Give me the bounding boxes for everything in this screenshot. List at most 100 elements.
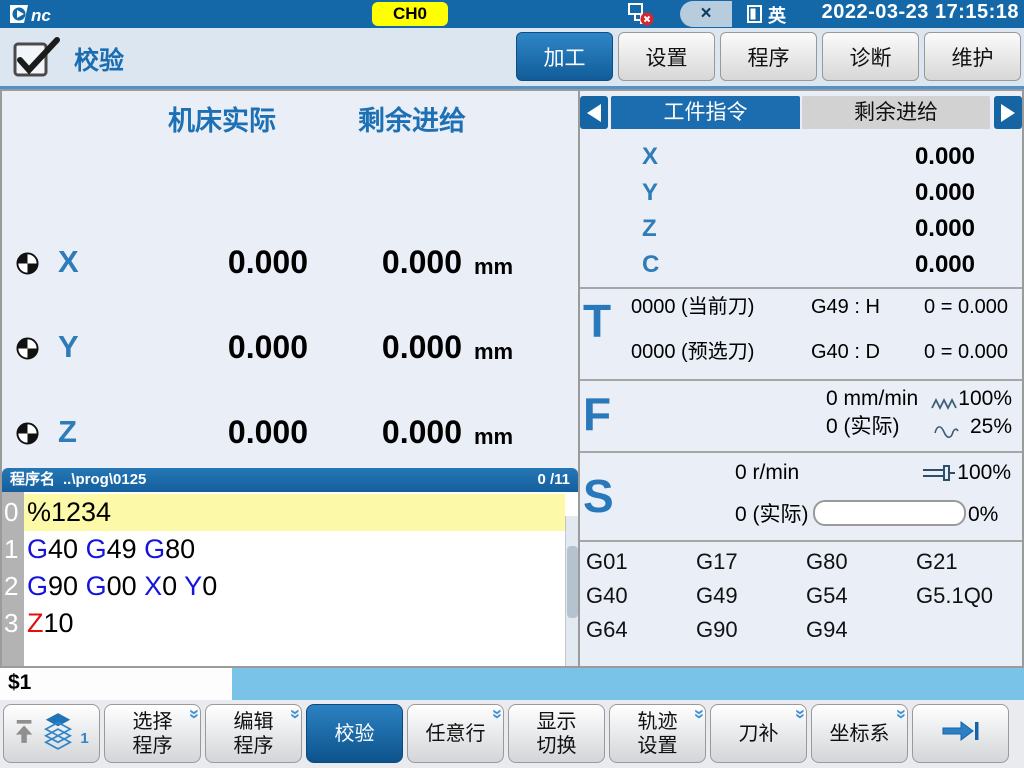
- coord-row-x: X0.000: [580, 139, 1022, 175]
- divider: [580, 451, 1022, 453]
- softkey-label: 编辑: [234, 710, 274, 734]
- program-viewer: 程序名..\prog\0125 0 /11 0%12341G40 G49 G80…: [2, 468, 578, 666]
- axis-unit: mm: [474, 424, 513, 450]
- coord-axis-value: 0.000: [915, 211, 975, 247]
- tab-maintenance[interactable]: 维护: [924, 32, 1021, 81]
- submenu-chevron-icon: «: [488, 709, 504, 719]
- tab-remaining-feed[interactable]: 剩余进给: [802, 96, 990, 129]
- softkey-label: 校验: [335, 722, 375, 746]
- tool-number: 0000 (预选刀): [631, 337, 754, 367]
- coord-row-c: C 0.000: [580, 247, 1022, 283]
- softkey-label: 设置: [638, 734, 678, 758]
- axis-unit: mm: [474, 339, 513, 365]
- spindle-load-bar: [813, 500, 966, 526]
- code-token: 0: [162, 571, 184, 601]
- code-token: 80: [165, 534, 195, 564]
- spindle-row-programmed: 0 r/min 100%: [580, 459, 1022, 487]
- code-token: G: [86, 571, 107, 601]
- titlebar: nc CH0 × 英 2022-03-23 17:15:18: [0, 0, 1024, 28]
- page-title: 校验: [74, 41, 124, 77]
- program-line[interactable]: 1G40 G49 G80: [2, 531, 565, 568]
- program-header: 程序名..\prog\0125 0 /11: [2, 468, 578, 492]
- feed-row-programmed: 0 mm/min 100%: [580, 385, 1022, 413]
- tab-program[interactable]: 程序: [720, 32, 817, 81]
- code-token: X: [144, 571, 162, 601]
- input-close-button[interactable]: ×: [680, 1, 732, 27]
- tool-offset-value: 0 = 0.000: [924, 292, 1008, 322]
- gcode-status-item: G01: [586, 549, 628, 575]
- softkey-edit-program[interactable]: 编辑程序 «: [205, 704, 302, 763]
- coord-axis-label: Y: [642, 175, 658, 211]
- machine-zero-icon: [16, 337, 40, 361]
- softkey-trajectory-settings[interactable]: 轨迹设置«: [609, 704, 706, 763]
- gcode-status-item: G94: [806, 617, 848, 643]
- coord-axis-label: C: [642, 247, 659, 283]
- program-line[interactable]: 2G90 G00 X0 Y0: [2, 568, 565, 605]
- softkey-next-page[interactable]: [912, 704, 1009, 763]
- channel-status: $1: [0, 668, 232, 700]
- program-line[interactable]: 3Z10: [2, 605, 565, 642]
- softkey-coordinate-system[interactable]: 坐标系«: [811, 704, 908, 763]
- tab-machining[interactable]: 加工: [516, 32, 613, 81]
- tool-compensation: G40 : D: [811, 337, 880, 367]
- code-token: 40: [48, 534, 86, 564]
- gcode-status-item: G21: [916, 549, 958, 575]
- coord-tabs-prev-button[interactable]: [580, 96, 608, 129]
- softkey-label: 程序: [234, 734, 274, 758]
- divider: [580, 287, 1022, 289]
- softkey-tool-compensation[interactable]: 刀补«: [710, 704, 807, 763]
- column-header-machine-actual: 机床实际: [122, 99, 322, 138]
- program-scrollbar[interactable]: [565, 516, 578, 666]
- softkey-label: 显示: [537, 710, 577, 734]
- submenu-chevron-icon: «: [690, 709, 706, 719]
- softkey-display-toggle[interactable]: 显示切换: [508, 704, 605, 763]
- gcode-status-item: G49: [696, 583, 738, 609]
- program-line[interactable]: 0%1234: [2, 494, 565, 531]
- code-token: G: [86, 534, 107, 564]
- header-bar: 校验 加工设置程序诊断维护: [0, 28, 1024, 86]
- axis-label: Y: [58, 329, 104, 365]
- keyboard-layout-icon[interactable]: [747, 5, 762, 28]
- tab-workpiece-command[interactable]: 工件指令: [611, 96, 800, 129]
- softkey-label: 任意行: [426, 722, 486, 746]
- main-tabs: 加工设置程序诊断维护: [516, 32, 1021, 81]
- coord-axis-label: Z: [642, 211, 657, 247]
- submenu-chevron-icon: «: [286, 709, 302, 719]
- program-code: Z10: [24, 605, 565, 642]
- softkey-verify[interactable]: 校验: [306, 704, 403, 763]
- scrollbar-thumb[interactable]: [567, 546, 578, 618]
- coord-axis-label: X: [642, 139, 658, 175]
- code-token: 90: [48, 571, 86, 601]
- softkey-label: 刀补: [739, 722, 779, 746]
- tool-row: 0000 (当前刀)G49 : H0 = 0.000: [580, 292, 1022, 322]
- line-number: 2: [2, 568, 24, 605]
- code-token: %1234: [27, 497, 111, 527]
- softkey-arbitrary-line[interactable]: 任意行«: [407, 704, 504, 763]
- feed-value: 0 mm/min: [826, 385, 918, 413]
- submenu-chevron-icon: «: [185, 709, 201, 719]
- spindle-actual-value: 0 (实际): [735, 501, 809, 529]
- tool-compensation: G49 : H: [811, 292, 880, 322]
- remaining-feed-value: 0.000: [272, 329, 462, 366]
- status-bar: $1: [0, 668, 1024, 700]
- program-path: ..\prog\0125: [63, 471, 146, 488]
- axis-row-x: X0.0000.000mm: [2, 238, 578, 290]
- spindle-row-actual: 0 (实际) 0%: [580, 501, 1022, 529]
- coord-row-z: Z 0.000: [580, 211, 1022, 247]
- language-indicator[interactable]: 英: [768, 2, 786, 28]
- softkey-select-program[interactable]: 选择程序«: [104, 704, 201, 763]
- rapid-override-percent: 100%: [958, 385, 1012, 413]
- axis-row-y: Y0.0000.000mm: [2, 323, 578, 375]
- line-number: 3: [2, 605, 24, 642]
- line-number: 1: [2, 531, 24, 568]
- softkey-menu-return[interactable]: 1: [3, 704, 100, 763]
- coord-axis-value: 0.000: [915, 247, 975, 283]
- tab-settings[interactable]: 设置: [618, 32, 715, 81]
- tab-diagnosis[interactable]: 诊断: [822, 32, 919, 81]
- coord-tabs-next-button[interactable]: [994, 96, 1022, 129]
- gcode-status-item: G40: [586, 583, 628, 609]
- gcode-status-item: G90: [696, 617, 738, 643]
- triangle-left-icon: [587, 104, 601, 122]
- machine-zero-icon: [16, 252, 40, 276]
- code-token: 49: [107, 534, 145, 564]
